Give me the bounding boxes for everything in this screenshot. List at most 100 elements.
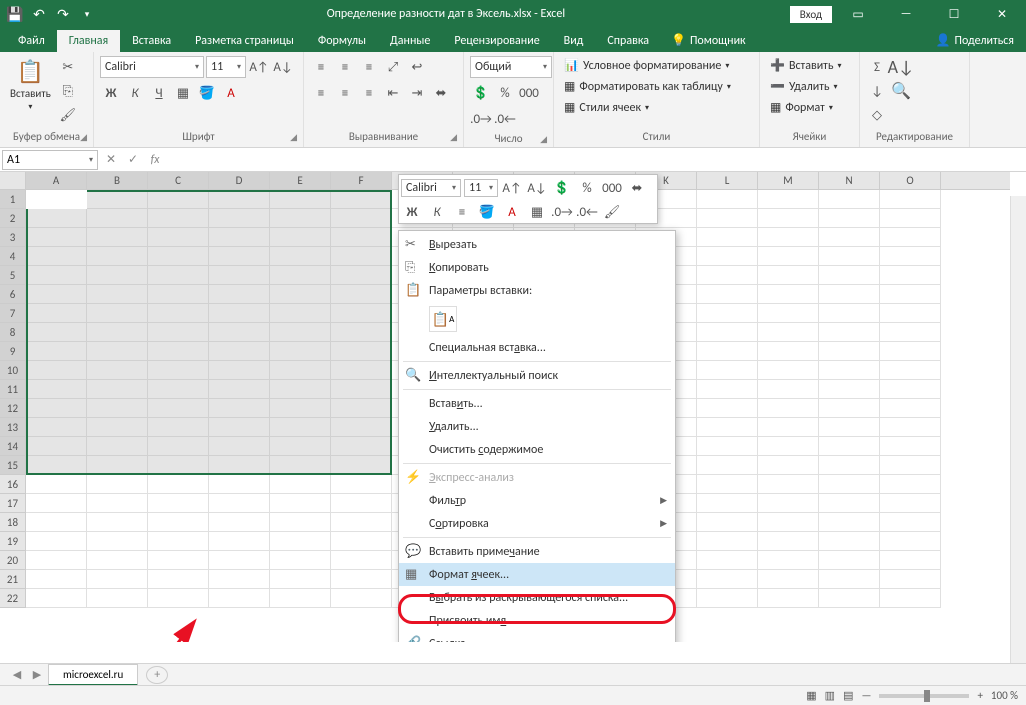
tab-layout[interactable]: Разметка страницы [183,30,306,52]
cell[interactable] [880,551,941,570]
delete-cells-button[interactable]: ➖Удалить▾ [766,77,842,96]
cell[interactable] [819,418,880,437]
dialog-launcher-icon[interactable]: ◢ [450,132,457,143]
col-header[interactable]: F [331,172,392,189]
sort-filter-icon[interactable]: A↓ [890,56,912,78]
cell[interactable] [758,266,819,285]
menu-define-name[interactable]: Присвоить имя... [399,609,675,632]
cell[interactable] [331,475,392,494]
tab-data[interactable]: Данные [378,30,442,52]
tab-view[interactable]: Вид [552,30,596,52]
font-name-combo[interactable]: Calibri▾ [100,56,204,78]
cell[interactable] [880,266,941,285]
cell[interactable] [880,380,941,399]
mini-inc-dec-icon[interactable]: .0→ [551,201,573,223]
cell[interactable] [87,532,148,551]
mini-border-icon[interactable]: ▦ [526,201,548,223]
cell[interactable] [819,285,880,304]
cell[interactable] [26,475,87,494]
zoom-slider[interactable] [879,694,969,698]
ribbon-options-icon[interactable]: ▭ [836,0,880,28]
login-button[interactable]: Вход [790,6,832,23]
cell[interactable] [697,513,758,532]
cell[interactable] [697,228,758,247]
format-painter-icon[interactable]: 🖌 [57,104,79,126]
cut-icon[interactable]: ✂ [57,56,79,78]
row-header[interactable]: 21 [0,570,25,589]
cell[interactable] [819,437,880,456]
cell-styles-button[interactable]: ▦Стили ячеек▾ [560,98,653,117]
menu-pick-from-list[interactable]: Выбрать из раскрывающегося списка... [399,586,675,609]
clear-icon[interactable]: ◇ [866,104,888,126]
insert-cells-button[interactable]: ➕Вставить▾ [766,56,845,75]
cell[interactable] [819,247,880,266]
cell[interactable] [880,247,941,266]
cell[interactable] [209,513,270,532]
format-cells-button[interactable]: ▦Формат▾ [766,98,837,117]
dec-decimal-icon[interactable]: .0← [494,108,516,130]
cell[interactable] [270,475,331,494]
cell[interactable] [331,589,392,608]
menu-filter[interactable]: Фильтр▶ [399,489,675,512]
cell[interactable] [148,570,209,589]
cell[interactable] [880,228,941,247]
cell[interactable] [697,494,758,513]
close-icon[interactable]: ✕ [980,0,1024,28]
cell[interactable] [697,380,758,399]
orientation-icon[interactable]: ⤢ [382,56,404,78]
mini-fill-icon[interactable]: 🪣 [476,201,498,223]
cell[interactable] [697,323,758,342]
wrap-text-icon[interactable]: ↩ [406,56,428,78]
mini-percent-icon[interactable]: % [576,177,598,199]
col-header[interactable]: N [819,172,880,189]
cell[interactable] [331,551,392,570]
cell[interactable] [758,494,819,513]
comma-icon[interactable]: 000 [518,82,540,104]
cell[interactable] [87,513,148,532]
cell[interactable] [87,589,148,608]
cell[interactable] [758,437,819,456]
col-header[interactable]: E [270,172,331,189]
cell[interactable] [26,589,87,608]
cell[interactable] [148,494,209,513]
mini-painter-icon[interactable]: 🖌 [601,201,623,223]
cell[interactable] [880,532,941,551]
row-header[interactable]: 7 [0,304,25,323]
cell[interactable] [758,418,819,437]
row-header[interactable]: 2 [0,209,25,228]
font-size-combo[interactable]: 11▾ [206,56,246,78]
menu-hyperlink[interactable]: 🔗Ссылка... [399,632,675,642]
cell[interactable] [758,456,819,475]
cell[interactable] [880,570,941,589]
percent-icon[interactable]: % [494,82,516,104]
cell[interactable] [880,304,941,323]
mini-font-color-icon[interactable]: A [501,201,523,223]
cell[interactable] [26,494,87,513]
cell[interactable] [209,494,270,513]
cell[interactable] [880,209,941,228]
row-header[interactable]: 6 [0,285,25,304]
cell[interactable] [819,551,880,570]
cell[interactable] [26,513,87,532]
mini-shrink-icon[interactable]: A↓ [526,177,548,199]
cell[interactable] [880,494,941,513]
fx-icon[interactable]: fx [144,150,166,170]
tab-home[interactable]: Главная [57,30,120,52]
row-header[interactable]: 17 [0,494,25,513]
cell[interactable] [331,513,392,532]
row-header[interactable]: 19 [0,532,25,551]
cell[interactable] [819,399,880,418]
cell[interactable] [758,551,819,570]
row-header[interactable]: 22 [0,589,25,608]
cell[interactable] [880,456,941,475]
row-header[interactable]: 3 [0,228,25,247]
bold-icon[interactable]: Ж [100,82,122,104]
menu-delete[interactable]: Удалить... [399,415,675,438]
tab-review[interactable]: Рецензирование [442,30,551,52]
row-header[interactable]: 1 [0,190,25,209]
cell[interactable] [819,266,880,285]
tab-nav-prev[interactable]: ◀ [8,668,26,681]
col-header[interactable]: L [697,172,758,189]
row-header[interactable]: 12 [0,399,25,418]
cell[interactable] [270,570,331,589]
